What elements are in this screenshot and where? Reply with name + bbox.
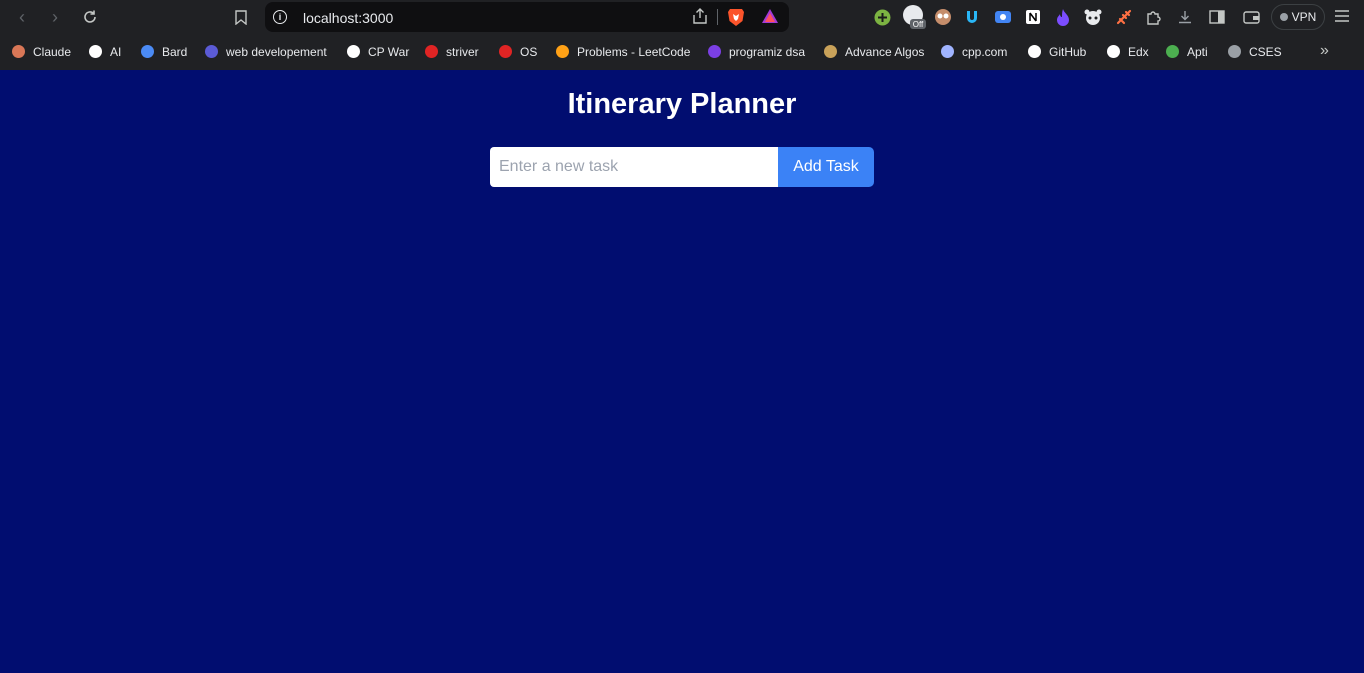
flame-extension-icon[interactable]	[1053, 7, 1073, 27]
blue-extension-icon[interactable]	[962, 7, 982, 27]
green-plus-extension-icon[interactable]	[872, 7, 892, 27]
bookmark-item[interactable]: AI	[88, 44, 121, 59]
bookmarks-overflow-icon[interactable]: »	[1320, 42, 1329, 60]
bookmark-icon[interactable]	[230, 6, 252, 28]
bookmark-label: striver	[446, 44, 479, 59]
back-arrow-icon[interactable]: ‹	[11, 6, 33, 28]
cpwar-icon	[346, 44, 361, 59]
bookmark-item[interactable]: CP War	[346, 44, 409, 59]
leetcode-icon	[555, 44, 570, 59]
download-icon[interactable]	[1175, 7, 1195, 27]
vpn-status-icon	[1279, 13, 1288, 21]
address-bar[interactable]: i localhost:3000	[265, 2, 789, 32]
vpn-label: VPN	[1291, 10, 1317, 24]
glasses-extension-icon[interactable]	[933, 7, 953, 27]
bookmark-label: cpp.com	[962, 44, 1008, 59]
sidebar-icon[interactable]	[1207, 7, 1227, 27]
forward-arrow-icon[interactable]: ›	[44, 6, 66, 28]
screen-extension-icon[interactable]	[993, 7, 1013, 27]
bookmark-label: Problems - LeetCode	[577, 44, 691, 59]
app-page: Itinerary Planner Add Task	[0, 70, 1364, 673]
algos-icon	[823, 44, 838, 59]
bookmark-item[interactable]: Apti	[1165, 44, 1208, 59]
claude-icon	[11, 44, 26, 59]
toggle-extension-icon[interactable]: Off	[901, 5, 927, 29]
bookmark-item[interactable]: CSES	[1227, 44, 1282, 59]
reload-icon[interactable]	[79, 6, 101, 28]
notion-icon[interactable]	[1023, 7, 1043, 27]
bookmark-label: OS	[520, 44, 538, 59]
menu-icon[interactable]	[1334, 9, 1350, 28]
bookmark-label: Apti	[1187, 44, 1208, 59]
openai-icon	[88, 44, 103, 59]
code-icon	[204, 44, 219, 59]
programiz-icon	[707, 44, 722, 59]
bookmark-label: Edx	[1128, 44, 1149, 59]
urlbar-divider	[717, 9, 718, 25]
task-input[interactable]	[490, 147, 778, 187]
brave-shields-icon[interactable]	[727, 7, 745, 32]
bookmark-item[interactable]: Claude	[11, 44, 71, 59]
task-form: Add Task	[490, 147, 874, 187]
bookmark-label: Claude	[33, 44, 72, 59]
bookmark-label: Advance Algos	[845, 44, 925, 59]
panda-extension-icon[interactable]	[1083, 7, 1103, 27]
bookmark-label: GitHub	[1049, 44, 1087, 59]
github-icon	[1027, 44, 1042, 59]
tuf-icon	[424, 44, 439, 59]
bookmark-item[interactable]: cpp.com	[940, 44, 1007, 59]
bookmark-item[interactable]: striver	[424, 44, 479, 59]
bookmark-item[interactable]: Edx	[1106, 44, 1149, 59]
bookmark-item[interactable]: Problems - LeetCode	[555, 44, 690, 59]
bookmark-label: CSES	[1249, 44, 1282, 59]
bookmark-label: Bard	[162, 44, 188, 59]
url-text[interactable]: localhost:3000	[303, 10, 393, 26]
bookmark-item[interactable]: Advance Algos	[823, 44, 924, 59]
bookmark-item[interactable]: programiz dsa	[707, 44, 805, 59]
globe-icon	[1227, 44, 1242, 59]
bookmarks-bar: Claude AI Bard web developement CP War strive…	[0, 34, 1364, 70]
browser-chrome: ‹ › i localhost:3000 Off VPN Claude AI B…	[0, 0, 1364, 70]
bookmark-item[interactable]: Bard	[140, 44, 187, 59]
add-task-button[interactable]: Add Task	[778, 147, 874, 187]
brave-rewards-icon[interactable]	[761, 8, 779, 29]
site-info-icon[interactable]: i	[273, 10, 287, 24]
extensions-puzzle-icon[interactable]	[1143, 7, 1163, 27]
page-title: Itinerary Planner	[567, 88, 797, 120]
cpp-icon	[940, 44, 955, 59]
wallet-icon[interactable]	[1241, 7, 1261, 27]
vpn-button[interactable]: VPN	[1271, 4, 1325, 30]
bookmark-item[interactable]: GitHub	[1027, 44, 1086, 59]
edx-icon	[1106, 44, 1121, 59]
extension-badge: Off	[913, 20, 924, 29]
bard-icon	[140, 44, 155, 59]
bookmark-label: AI	[110, 44, 122, 59]
bookmark-label: programiz dsa	[729, 44, 806, 59]
orange-extension-icon[interactable]	[1114, 7, 1134, 27]
bookmark-item[interactable]: web developement	[204, 44, 327, 59]
os-icon	[498, 44, 513, 59]
bookmark-label: web developement	[226, 44, 327, 59]
bookmark-item[interactable]: OS	[498, 44, 537, 59]
share-icon[interactable]	[691, 7, 709, 30]
apti-icon	[1165, 44, 1180, 59]
browser-toolbar: ‹ › i localhost:3000 Off VPN	[0, 0, 1364, 34]
bookmark-label: CP War	[368, 44, 410, 59]
